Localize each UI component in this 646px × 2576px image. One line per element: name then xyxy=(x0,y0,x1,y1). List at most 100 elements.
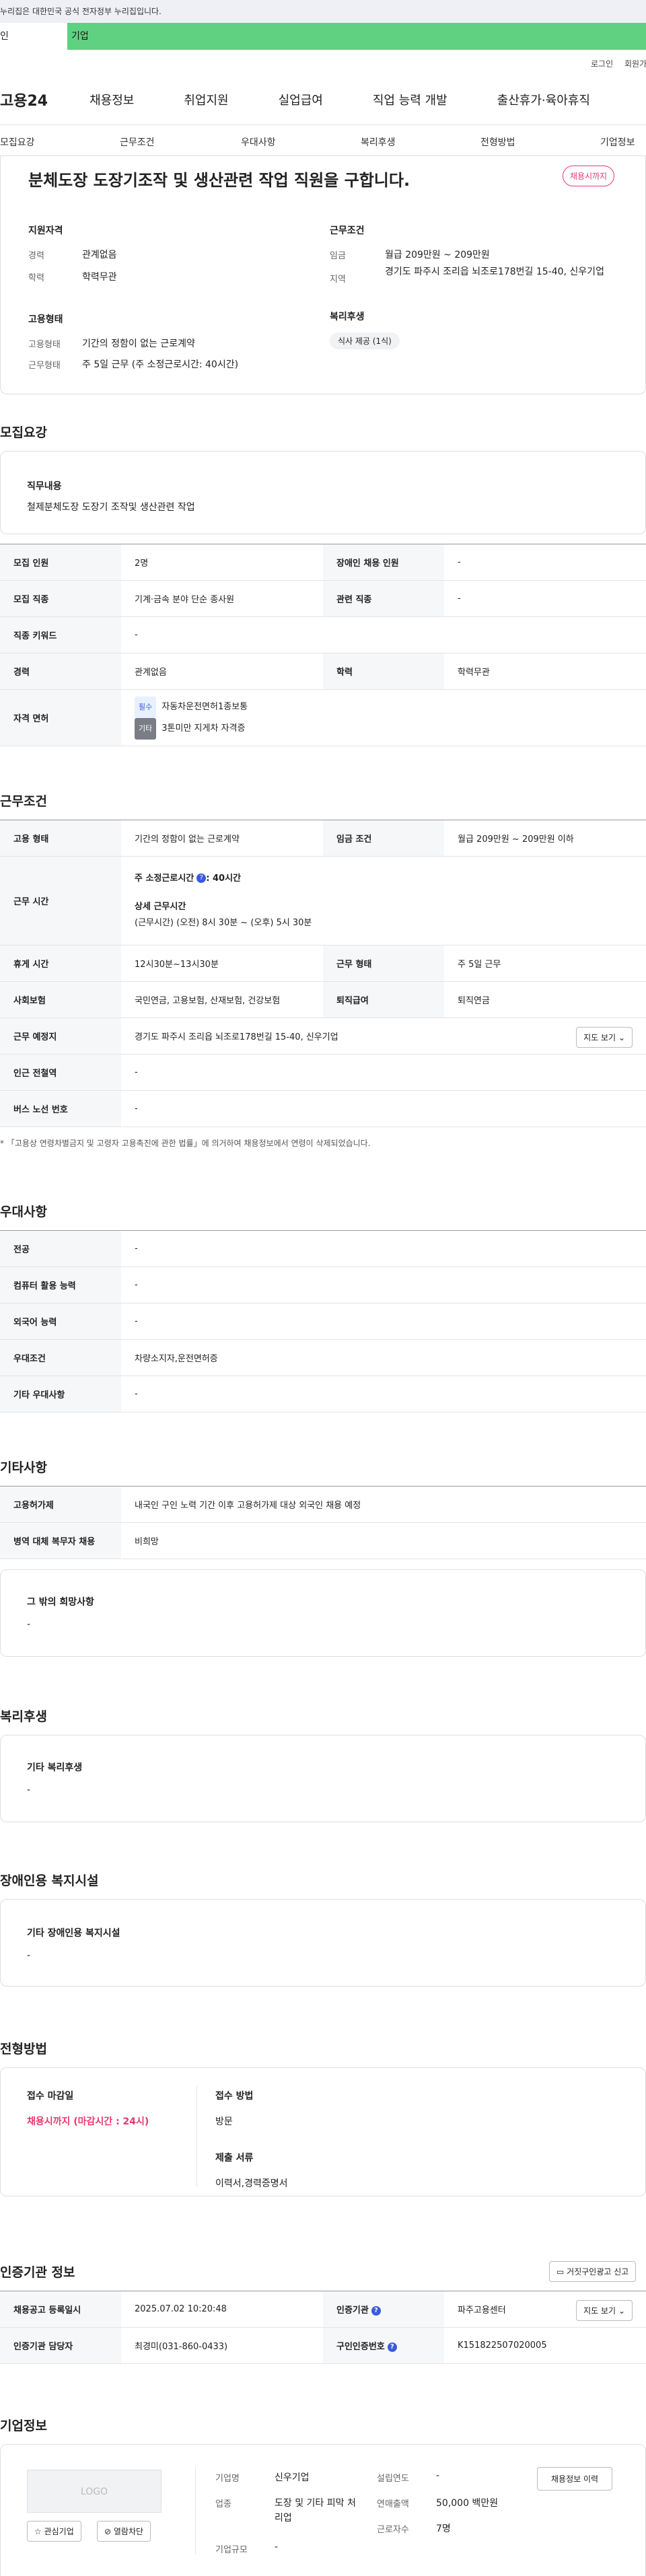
age-footnote: * 「고용상 연령차별금지 및 고령자 고용촉진에 관한 법률」에 의거하여 채… xyxy=(0,1139,371,1148)
snb-item-preference[interactable]: 우대사항 xyxy=(241,135,276,149)
tab-company[interactable]: 기업 xyxy=(67,23,646,50)
welfare-tag: 식사 제공 (1식) xyxy=(330,332,400,349)
agency-map-button[interactable]: 지도 보기 ⌄ xyxy=(576,2300,633,2321)
snb-item-recruit[interactable]: 모집요강 xyxy=(0,135,35,149)
cell-value: 주 5일 근무 xyxy=(444,945,646,982)
license-cell: 필수 자동차운전면허1종보통 기타 3톤미만 지게차 자격증 xyxy=(121,689,646,746)
cell-value: - xyxy=(444,544,646,581)
table-row: 외국어 능력 - xyxy=(0,1303,646,1340)
gov-notice-text: 누리집은 대한민국 공식 전자정부 누리집입니다. xyxy=(0,7,162,16)
cell-label: 고용허가제 xyxy=(0,1486,121,1523)
cell-label: 컴퓨터 활용 능력 xyxy=(0,1266,121,1303)
snb-item-company[interactable]: 기업정보 xyxy=(600,135,635,149)
chevron-down-icon: ⌄ xyxy=(618,2306,625,2316)
cell-label: 임금 조건 xyxy=(323,820,444,857)
help-icon[interactable]: ? xyxy=(387,2342,397,2352)
cell-value: - xyxy=(121,616,646,653)
false-ad-report-button[interactable]: ▭ 거짓구인광고 신고 xyxy=(549,2261,637,2282)
cell-value: 차량소지자,운전면허증 xyxy=(121,1339,646,1376)
favorite-company-button[interactable]: ☆ 관심기업 xyxy=(27,2521,81,2542)
cell-label: 고용 형태 xyxy=(0,820,121,857)
hiring-history-button[interactable]: 채용정보 이력 xyxy=(537,2467,613,2491)
cell-value: - xyxy=(121,1090,646,1127)
table-row: 채용공고 등록일시 2025.07.02 10:20:48 인증기관? 파주고용… xyxy=(0,2291,646,2328)
cell-value: 2명 xyxy=(121,544,323,581)
qual-career-value: 관계없음 xyxy=(82,250,117,260)
duty-title: 직무내용 xyxy=(27,481,62,492)
help-icon[interactable]: ? xyxy=(196,873,207,883)
gov-notice-bar: 누리집은 대한민국 공식 전자정부 누리집입니다. xyxy=(0,0,646,23)
snb-item-welfare[interactable]: 복리후생 xyxy=(361,135,396,149)
cell-value: 파주고용센터 xyxy=(458,2305,506,2316)
disability-title: 기타 장애인용 복지시설 xyxy=(27,1928,120,1939)
org-label: 인증기관 xyxy=(336,2305,369,2316)
gnb-item-employment-support[interactable]: 취업지원 xyxy=(184,91,228,108)
license-2: 3톤미만 지게차 자격증 xyxy=(162,723,246,734)
company-size-label: 기업규모 xyxy=(215,2545,248,2555)
founded-label: 설립연도 xyxy=(377,2474,409,2484)
snb-item-conditions[interactable]: 근무조건 xyxy=(120,135,155,149)
cell-value: - xyxy=(121,1054,646,1091)
cell-value: - xyxy=(121,1230,646,1267)
utility-bar: 로그인 회원가 xyxy=(0,50,646,74)
emp-title: 고용형태 xyxy=(28,314,63,325)
welfare-title: 복리후생 xyxy=(330,312,365,322)
cell-value: 국민연금, 고용보험, 산재보험, 건강보험 xyxy=(121,981,323,1018)
other-box xyxy=(0,1569,646,1657)
emp-type-value: 기간의 정함이 없는 근로계약 xyxy=(82,338,195,349)
cell-value: 최경미(031-860-0433) xyxy=(121,2327,323,2364)
cell-label: 기타 우대사항 xyxy=(0,1375,121,1412)
cond-pay-label: 임금 xyxy=(330,251,346,261)
qual-title: 지원자격 xyxy=(28,225,63,236)
cell-label: 우대조건 xyxy=(0,1339,121,1376)
cell-value: 2025.07.02 10:20:48 xyxy=(121,2291,323,2328)
map-label: 지도 보기 xyxy=(583,2306,616,2316)
cond-area-label: 지역 xyxy=(330,275,346,285)
join-link[interactable]: 회원가 xyxy=(624,58,646,69)
favorite-label: 관심기업 xyxy=(44,2527,74,2536)
cell-label: 전공 xyxy=(0,1230,121,1267)
employees-label: 근로자수 xyxy=(377,2525,409,2535)
cell-value: 기계·금속 분야 단순 종사원 xyxy=(121,580,323,617)
tab-individual[interactable]: 인 xyxy=(0,23,67,50)
cell-value: 학력무관 xyxy=(444,653,646,690)
table-row: 컴퓨터 활용 능력 - xyxy=(0,1266,646,1303)
table-row: 기타 우대사항 - xyxy=(0,1375,646,1412)
sales-value: 50,000 백만원 xyxy=(436,2498,499,2509)
cell-label: 병역 대체 복무자 채용 xyxy=(0,1522,121,1559)
duty-box xyxy=(0,451,646,534)
deadline-value: 채용시까지 (마감시간 : 24시) xyxy=(27,2116,149,2127)
weekly-hours-value: : 40시간 xyxy=(206,873,241,884)
license-1: 자동차운전면허1종보통 xyxy=(162,701,248,712)
login-link[interactable]: 로그인 xyxy=(591,58,613,69)
map-view-label: 지도 보기 xyxy=(583,1033,616,1042)
docs-value: 이력서,경력증명서 xyxy=(215,2178,288,2189)
audience-tabs: 인 기업 xyxy=(0,23,646,50)
founded-value: - xyxy=(436,2470,440,2481)
snb-item-process[interactable]: 전형방법 xyxy=(480,135,515,149)
gnb-item-parental-leave[interactable]: 출산휴가·육아휴직 xyxy=(497,91,590,108)
gnb-item-unemployment-benefit[interactable]: 실업급여 xyxy=(279,91,323,108)
site-logo[interactable]: 고용24 xyxy=(0,89,48,110)
pref-table: 전공 - 컴퓨터 활용 능력 - 외국어 능력 - 우대조건 차량소지자,운전면허증 기… xyxy=(0,1230,646,1412)
industry-label: 업종 xyxy=(215,2499,231,2509)
map-view-button[interactable]: 지도 보기 ⌄ xyxy=(576,1027,633,1048)
emp-form-value: 주 5일 근무 (주 소정근로시간: 40시간) xyxy=(82,359,239,370)
disability-heading: 장애인용 복지시설 xyxy=(0,1873,99,1888)
gnb-item-jobs[interactable]: 채용정보 xyxy=(89,91,134,108)
block-label: 열람차단 xyxy=(113,2527,144,2536)
divider xyxy=(195,2467,196,2554)
help-icon[interactable]: ? xyxy=(371,2305,381,2316)
cell-label: 버스 노선 번호 xyxy=(0,1090,121,1127)
cond-pay-value: 월급 209만원 ~ 209만원 xyxy=(385,250,490,260)
cell-label: 근무 시간 xyxy=(0,856,121,945)
qual-career-label: 경력 xyxy=(28,251,44,261)
cell-value: - xyxy=(444,580,646,617)
gnb-item-vocational-training[interactable]: 직업 능력 개발 xyxy=(373,91,447,108)
table-row: 인근 전철역 - xyxy=(0,1054,646,1091)
cell-label: 모집 인원 xyxy=(0,544,121,581)
report-icon: ▭ xyxy=(557,2267,565,2277)
cell-label: 관련 직종 xyxy=(323,580,444,617)
block-view-button[interactable]: ⊘ 열람차단 xyxy=(97,2521,151,2542)
company-name-label: 기업명 xyxy=(215,2474,240,2484)
